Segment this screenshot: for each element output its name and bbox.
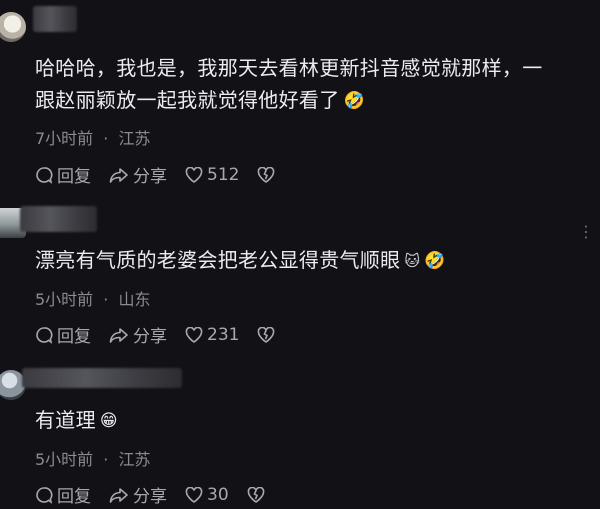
share-button[interactable]: 分享 [109, 482, 167, 507]
heart-icon [185, 326, 203, 343]
reply-button[interactable]: 回复 [35, 322, 91, 347]
more-icon[interactable]: ⋮ [578, 222, 594, 241]
dislike-button[interactable] [257, 326, 279, 343]
like-button[interactable]: 231 [185, 325, 239, 345]
reply-icon [36, 486, 53, 504]
comment-meta: 7小时前 · 江苏 [35, 125, 150, 149]
comment-time: 7小时前 [35, 129, 94, 148]
reply-icon [36, 326, 53, 344]
share-button[interactable]: 分享 [109, 162, 167, 187]
username-blurred[interactable] [20, 206, 97, 232]
comment-time: 5小时前 [35, 290, 94, 309]
comment-location: 江苏 [118, 450, 151, 469]
comment-actions: 回复 分享 512 [35, 162, 297, 187]
dislike-button[interactable] [257, 166, 279, 183]
like-count: 231 [207, 324, 240, 345]
reply-button[interactable]: 回复 [35, 162, 91, 187]
like-button[interactable]: 30 [185, 485, 229, 505]
share-icon [109, 327, 128, 343]
meta-separator: · [103, 450, 109, 469]
broken-heart-icon [258, 326, 275, 343]
comment-meta: 5小时前 · 江苏 [35, 446, 150, 470]
reply-icon [36, 166, 53, 184]
comment-location: 江苏 [118, 129, 151, 148]
comment-text-line: 有道理 [35, 408, 96, 432]
like-count: 30 [207, 484, 229, 505]
avatar[interactable] [0, 12, 26, 42]
comment-text-line: 漂亮有气质的老婆会把老公显得贵气顺眼 [35, 248, 401, 272]
heart-icon [185, 486, 203, 503]
broken-heart-icon [247, 486, 264, 503]
username-blurred[interactable] [33, 6, 77, 32]
share-icon [109, 167, 128, 183]
comment-text: 有道理 😁 [35, 404, 118, 437]
grin-emoji-icon: 😁 [99, 411, 118, 431]
rofl-emoji-icon: 🤣 [424, 251, 446, 271]
comment-text: 漂亮有气质的老婆会把老公显得贵气顺眼 🐱 🤣 [35, 244, 446, 277]
cat-emoji-icon: 🐱 [404, 252, 421, 270]
meta-separator: · [103, 129, 109, 148]
reply-label: 回复 [57, 487, 91, 507]
heart-icon [185, 166, 203, 183]
like-count: 512 [207, 164, 240, 185]
broken-heart-icon [258, 166, 275, 183]
reply-label: 回复 [57, 327, 91, 347]
dislike-button[interactable] [247, 486, 269, 503]
reply-label: 回复 [57, 167, 91, 187]
comment-location: 山东 [118, 290, 151, 309]
share-label: 分享 [133, 167, 167, 187]
comment-actions: 回复 分享 231 [35, 322, 297, 347]
comment-meta: 5小时前 · 山东 [35, 286, 150, 310]
share-icon [109, 487, 128, 503]
share-button[interactable]: 分享 [109, 322, 167, 347]
comment-actions: 回复 分享 30 [35, 482, 287, 507]
share-label: 分享 [133, 487, 167, 507]
comment-text-line: 哈哈哈，我也是，我那天去看林更新抖音感觉就那样，一 [35, 56, 543, 80]
reply-button[interactable]: 回复 [35, 482, 91, 507]
like-button[interactable]: 512 [185, 165, 239, 185]
comment-text-line: 跟赵丽颖放一起我就觉得他好看了 [35, 88, 340, 112]
meta-separator: · [103, 290, 109, 309]
share-label: 分享 [133, 327, 167, 347]
comment-text: 哈哈哈，我也是，我那天去看林更新抖音感觉就那样，一 跟赵丽颖放一起我就觉得他好看… [35, 52, 543, 117]
rofl-emoji-icon: 🤣 [343, 91, 365, 111]
username-blurred[interactable] [22, 368, 182, 388]
comment-time: 5小时前 [35, 450, 94, 469]
